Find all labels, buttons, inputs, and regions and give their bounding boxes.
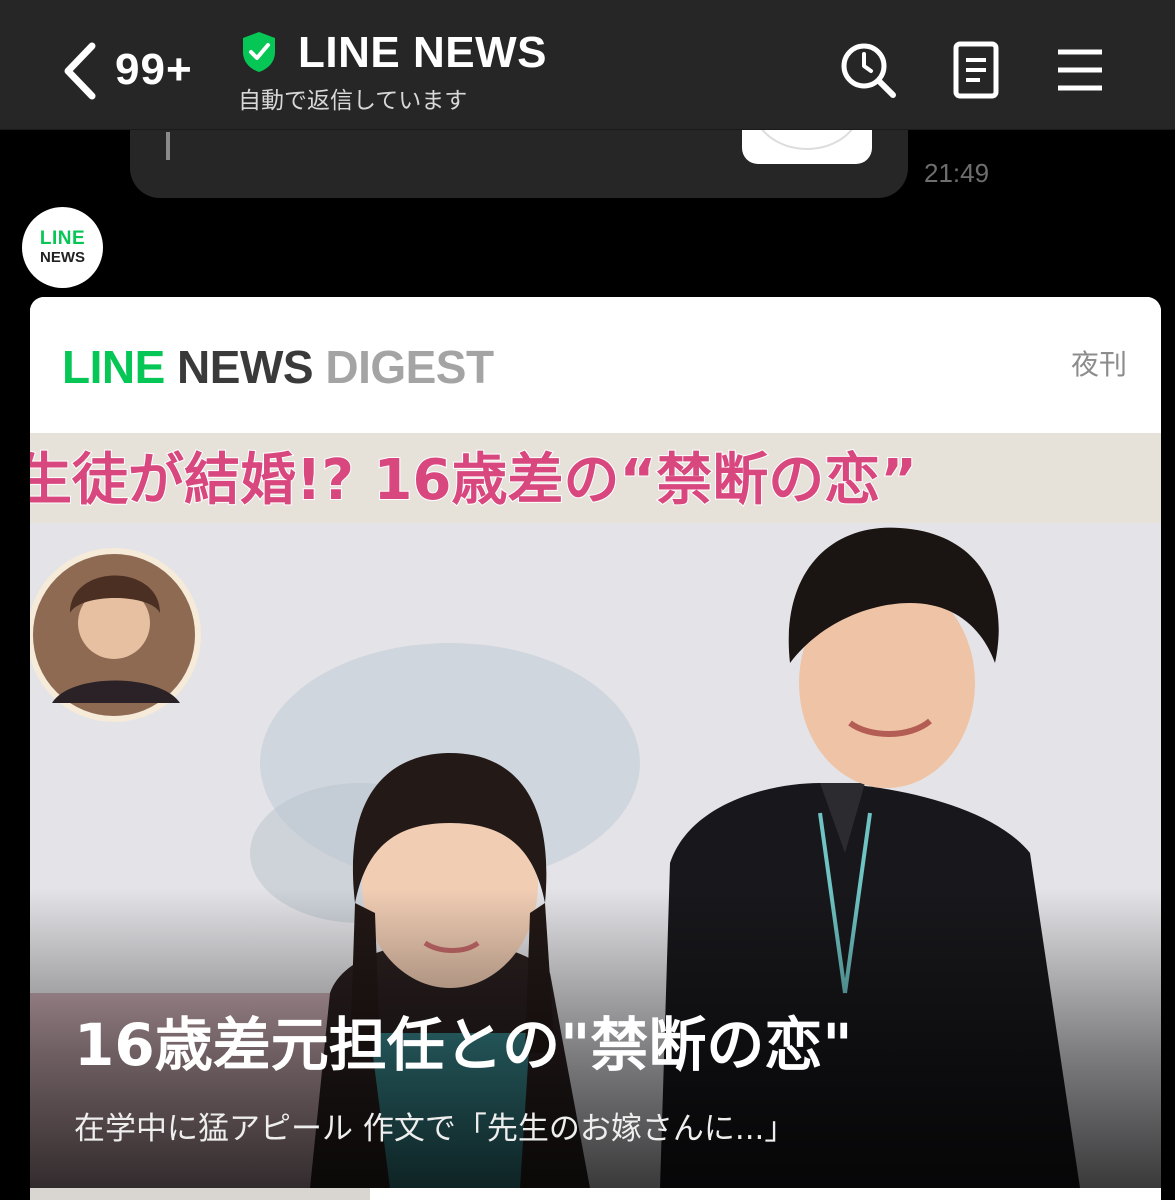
unread-count[interactable]: 99+	[115, 42, 193, 98]
next-article-thumbnail[interactable]	[30, 1188, 370, 1200]
verified-shield-icon	[240, 30, 278, 74]
next-article-row[interactable]	[30, 1188, 1161, 1200]
article-subheadline[interactable]: 在学中に猛アピール 作文で「先生のお嫁さんに...」	[74, 1109, 1134, 1149]
hero-article[interactable]: 生徒が結婚!? 16歳差の“禁断の恋” 16歳差元担任との"禁断の恋" 在学中に…	[30, 433, 1161, 1188]
menu-icon[interactable]	[1050, 40, 1110, 100]
digest-brand-logo: LINE NEWS DIGEST	[62, 339, 494, 395]
text-cursor-line	[166, 132, 170, 160]
article-headline[interactable]: 16歳差元担任との"禁断の恋"	[74, 1009, 1124, 1081]
hero-banner-caption: 生徒が結婚!? 16歳差の“禁断の恋”	[30, 448, 917, 513]
avatar-line-text: LINE	[39, 228, 86, 249]
message-timestamp: 21:49	[924, 158, 990, 188]
card-header: LINE NEWS DIGEST 夜刊	[30, 297, 1161, 433]
edition-label: 夜刊	[1070, 348, 1127, 381]
notes-icon[interactable]	[946, 40, 1006, 100]
channel-avatar[interactable]: LINE NEWS	[22, 207, 103, 288]
brand-news-text: NEWS	[164, 341, 314, 393]
brand-line-text: LINE	[62, 341, 165, 393]
channel-name: LINE NEWS	[298, 28, 547, 77]
chevron-left-icon	[64, 42, 96, 100]
chat-header: 99+ LINE NEWS 自動で返信しています	[0, 0, 1175, 130]
search-icon[interactable]	[838, 40, 898, 100]
avatar-news-text: NEWS	[40, 249, 85, 266]
back-button[interactable]	[60, 40, 100, 102]
channel-status: 自動で返信しています	[238, 88, 468, 114]
brand-digest-text: DIGEST	[313, 341, 494, 393]
news-digest-card[interactable]: LINE NEWS DIGEST 夜刊 生徒が結婚!? 16歳差の“禁断の恋”	[30, 297, 1161, 1200]
